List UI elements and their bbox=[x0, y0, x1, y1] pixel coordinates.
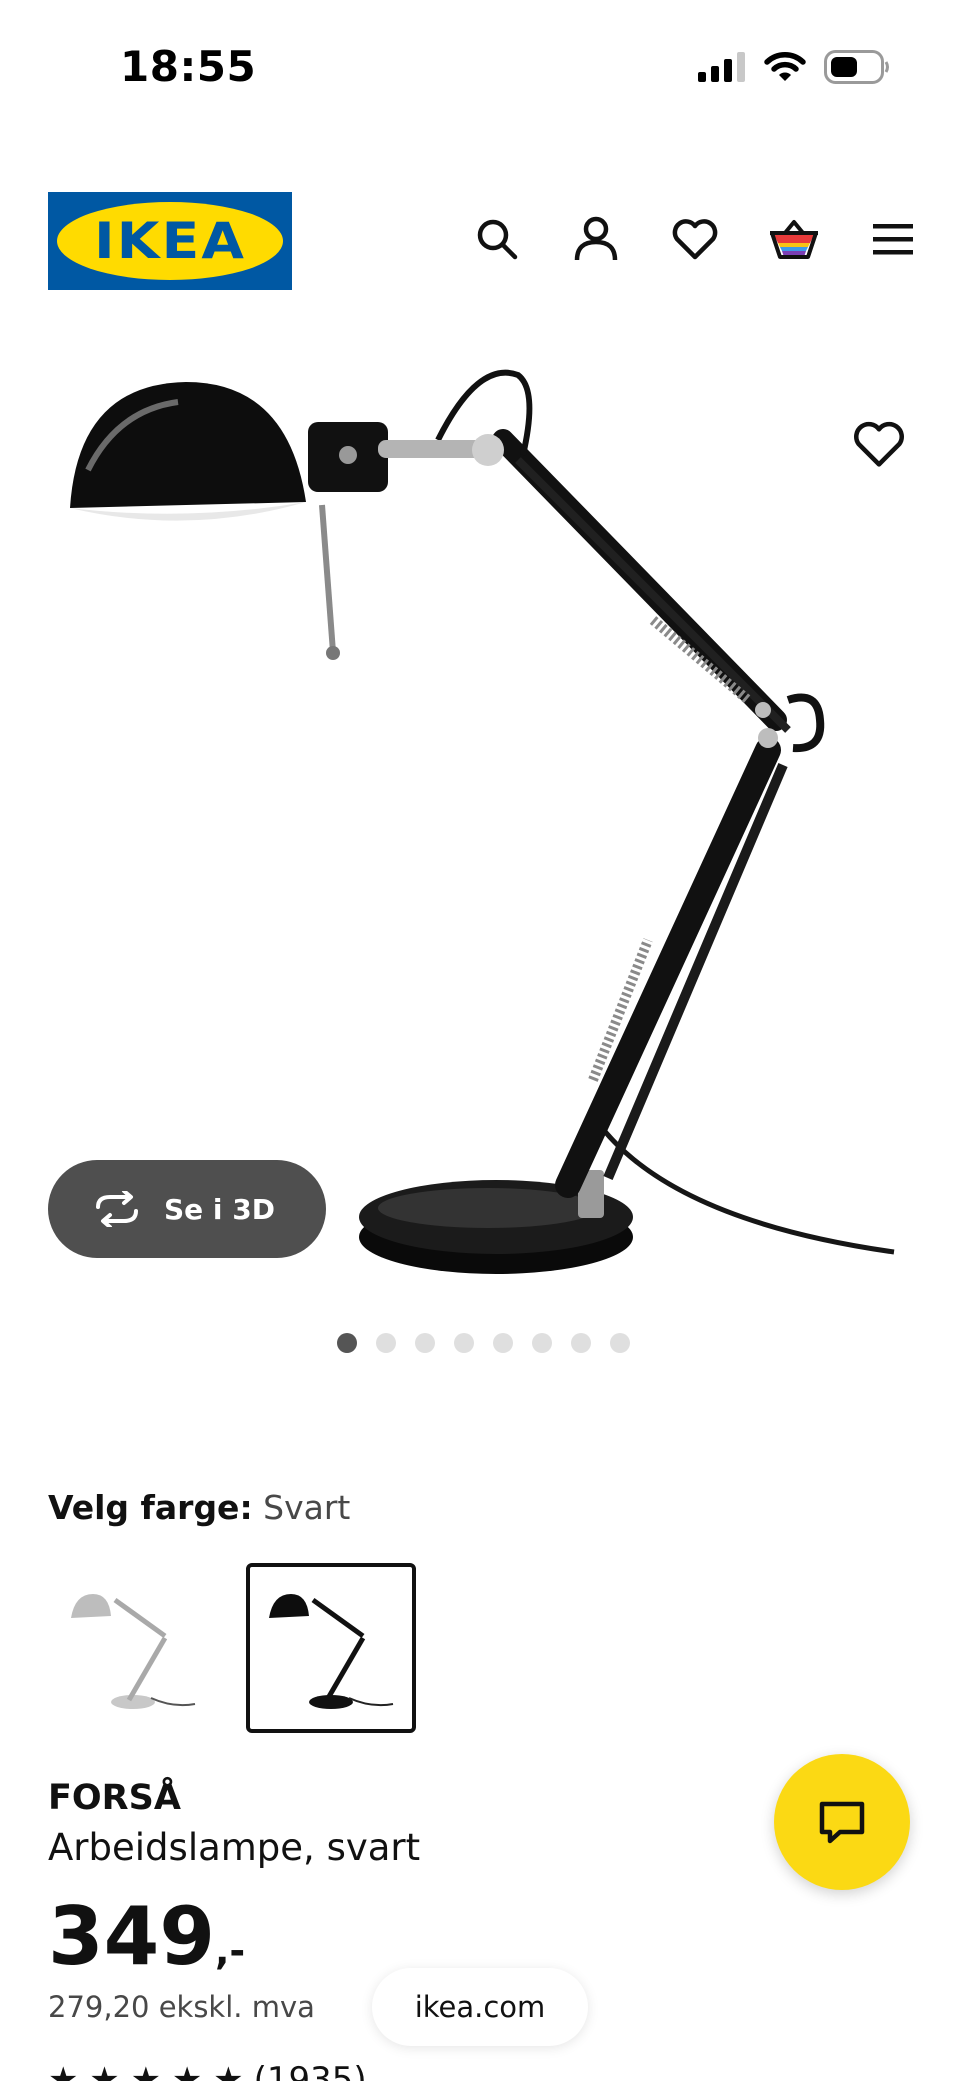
product-image[interactable] bbox=[48, 340, 912, 1300]
price-suffix: ,- bbox=[215, 1929, 246, 1973]
menu-icon bbox=[873, 224, 913, 255]
color-label-text: Velg farge: bbox=[48, 1488, 253, 1527]
browser-url-bar[interactable]: ikea.com bbox=[372, 1968, 588, 2046]
black-lamp-thumbnail bbox=[269, 1594, 394, 1709]
price-excluding-vat: 279,20 ekskl. mva bbox=[48, 1990, 315, 2024]
logo-oval: IKEA bbox=[57, 202, 283, 280]
profile-button[interactable] bbox=[569, 212, 623, 266]
status-bar: 18:55 bbox=[0, 0, 960, 130]
view-in-3d-button[interactable]: Se i 3D bbox=[48, 1160, 326, 1258]
profile-icon bbox=[574, 216, 618, 261]
carousel-dot[interactable] bbox=[414, 1333, 435, 1353]
product-description: Arbeidslampe, svart bbox=[48, 1826, 421, 1869]
browser-url-text: ikea.com bbox=[414, 1990, 546, 2024]
view-in-3d-label: Se i 3D bbox=[164, 1192, 275, 1226]
chat-bubble-icon bbox=[819, 1801, 865, 1844]
heart-icon bbox=[854, 421, 904, 467]
product-name: FORSÅ bbox=[48, 1778, 181, 1818]
chat-button[interactable] bbox=[774, 1754, 910, 1890]
site-header: IKEA bbox=[0, 190, 960, 300]
favorites-button[interactable] bbox=[668, 212, 722, 266]
rating-stars: ★ ★ ★ ★ ★ bbox=[48, 2060, 244, 2081]
carousel-dot[interactable] bbox=[336, 1333, 357, 1353]
image-carousel-dots bbox=[0, 1333, 960, 1353]
status-time: 18:55 bbox=[120, 42, 257, 91]
product-price: 349,- bbox=[48, 1890, 245, 1983]
carousel-dot[interactable] bbox=[570, 1333, 591, 1353]
color-swatches bbox=[48, 1563, 416, 1733]
price-main: 349 bbox=[48, 1890, 215, 1983]
color-picker-label: Velg farge: Svart bbox=[48, 1488, 350, 1527]
color-swatch-black[interactable] bbox=[246, 1563, 416, 1733]
basket-icon bbox=[770, 220, 818, 259]
carousel-dot[interactable] bbox=[531, 1333, 552, 1353]
logo-text: IKEA bbox=[93, 212, 247, 270]
search-button[interactable] bbox=[470, 212, 524, 266]
rotate-3d-icon bbox=[96, 1191, 138, 1227]
carousel-dot[interactable] bbox=[492, 1333, 513, 1353]
carousel-dot[interactable] bbox=[609, 1333, 630, 1353]
cellular-signal-icon bbox=[698, 52, 745, 82]
status-icons bbox=[698, 50, 890, 84]
menu-button[interactable] bbox=[866, 212, 920, 266]
battery-icon bbox=[824, 50, 889, 84]
desk-lamp-illustration bbox=[70, 369, 895, 1274]
header-actions bbox=[470, 212, 920, 266]
search-icon bbox=[477, 219, 518, 260]
product-rating[interactable]: ★ ★ ★ ★ ★ (1935) bbox=[48, 2060, 367, 2081]
ikea-logo[interactable]: IKEA bbox=[48, 192, 292, 290]
carousel-dot[interactable] bbox=[375, 1333, 396, 1353]
save-to-favorites-button[interactable] bbox=[853, 420, 905, 472]
selected-color-value: Svart bbox=[263, 1488, 351, 1527]
basket-button[interactable] bbox=[767, 212, 821, 266]
carousel-dot[interactable] bbox=[453, 1333, 474, 1353]
nickel-lamp-thumbnail bbox=[71, 1594, 196, 1709]
heart-icon bbox=[672, 219, 718, 260]
color-swatch-nickel[interactable] bbox=[48, 1563, 218, 1733]
review-count: (1935) bbox=[253, 2060, 367, 2081]
wifi-icon bbox=[764, 52, 806, 81]
